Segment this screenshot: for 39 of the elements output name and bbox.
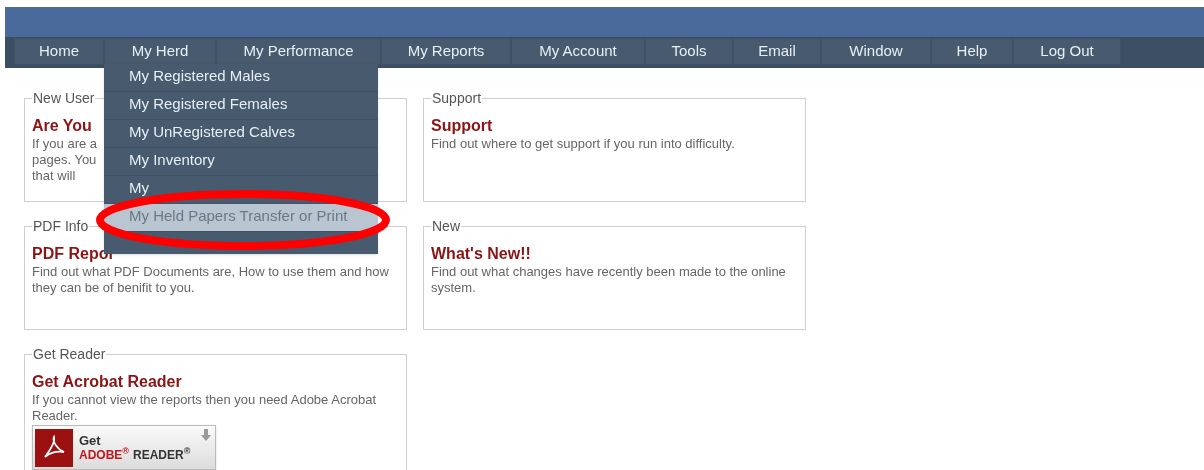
nav-item[interactable]: Home	[14, 38, 104, 65]
nav-item[interactable]: Email	[733, 38, 821, 65]
badge-brand: ADOBE$^{®}$	[79, 447, 129, 462]
panel-legend: Support	[431, 90, 483, 106]
menu-item[interactable]: My Registered Males	[104, 64, 378, 92]
nav-item[interactable]: Window	[821, 38, 931, 65]
menu-item[interactable]: My UnRegistered Calves	[104, 120, 378, 148]
nav-item[interactable]: My Account	[511, 38, 645, 65]
get-reader-button[interactable]: Get ADOBE$^{®}$ READER$^{®}$	[32, 425, 216, 470]
panel-legend: New User	[32, 90, 96, 106]
panel-link[interactable]: Get Acrobat Reader	[32, 372, 182, 392]
panel-link[interactable]: Support	[431, 116, 493, 136]
nav-item[interactable]: My Reports	[381, 38, 511, 65]
panel-description: Find out where to get support if you run into difficulty.	[431, 136, 735, 152]
panel-link[interactable]: What's New!!	[431, 244, 531, 264]
download-icon	[201, 429, 211, 441]
nav-item[interactable]: Log Out	[1013, 38, 1121, 65]
badge-product: READER$^{®}$	[133, 447, 191, 462]
menu-item[interactable]: My Inventory	[104, 148, 378, 176]
panel-legend: New	[431, 218, 461, 234]
panel-description: Reader.	[32, 408, 78, 424]
panel-description: that will	[32, 168, 76, 184]
menu-item[interactable]: My Registered Females	[104, 92, 378, 120]
nav-item[interactable]: Tools	[645, 38, 733, 65]
nav-item[interactable]: Help	[931, 38, 1013, 65]
panel-description: pages. You	[32, 152, 97, 168]
panel-description: If you cannot view the reports then you need Adobe Acrobat	[32, 392, 376, 408]
badge-text: Get	[79, 433, 102, 448]
adobe-reader-icon	[35, 428, 73, 467]
panel-description: Find out what PDF Documents are, How to use them and how	[32, 264, 389, 280]
panel-legend: PDF Info	[32, 218, 90, 234]
panel-legend: Get Reader	[32, 346, 107, 362]
nav-item[interactable]: My Herd	[104, 38, 216, 65]
panel-description: If you are a	[32, 136, 98, 152]
panel-description: Find out what changes have recently been made to the online	[431, 264, 786, 280]
nav-item[interactable]: My Performance	[216, 38, 381, 65]
panel-description: system.	[431, 280, 476, 296]
panel-link[interactable]: Are You	[32, 116, 92, 136]
panel-description: they can be of benifit to you.	[32, 280, 195, 296]
